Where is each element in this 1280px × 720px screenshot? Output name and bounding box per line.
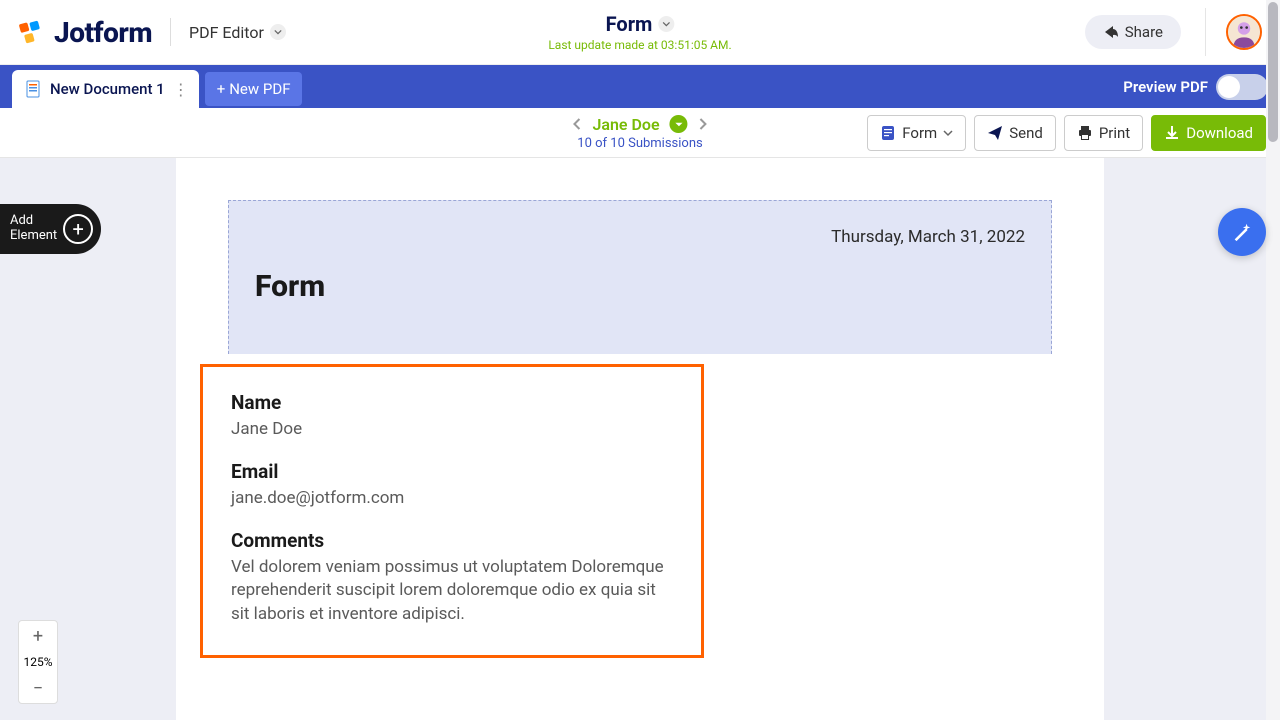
zoom-value: 125%: [23, 651, 52, 673]
form-button-label: Form: [902, 124, 937, 142]
chevron-down-icon: [270, 24, 286, 40]
plus-icon: +: [63, 214, 93, 244]
logo[interactable]: Jotform: [18, 16, 152, 49]
editor-selector[interactable]: PDF Editor: [189, 23, 286, 42]
new-pdf-label: New PDF: [229, 80, 290, 98]
zoom-control: + 125% −: [18, 620, 58, 704]
pdf-page[interactable]: Thursday, March 31, 2022 Form Name Jane …: [176, 158, 1104, 720]
form-title[interactable]: Form: [606, 12, 653, 36]
submitter-dropdown-icon[interactable]: [670, 115, 688, 133]
field-label: Comments: [231, 529, 673, 552]
header-center: Form Last update made at 03:51:05 AM.: [548, 12, 731, 52]
field-label: Name: [231, 391, 673, 414]
form-icon: [880, 125, 896, 141]
jotform-logo-icon: [18, 18, 46, 46]
send-button[interactable]: Send: [974, 115, 1056, 151]
submitter-name[interactable]: Jane Doe: [592, 115, 659, 134]
magic-wand-button[interactable]: [1218, 208, 1266, 256]
page-date: Thursday, March 31, 2022: [255, 227, 1025, 247]
share-label: Share: [1125, 23, 1163, 41]
zoom-out-button[interactable]: −: [19, 673, 57, 703]
print-button[interactable]: Print: [1064, 115, 1143, 151]
scrollbar-thumb[interactable]: [1268, 2, 1278, 142]
toolbar: Jane Doe 10 of 10 Submissions Form Send …: [0, 108, 1280, 158]
share-icon: [1103, 24, 1119, 40]
preview-label: Preview PDF: [1123, 78, 1208, 96]
last-update: Last update made at 03:51:05 AM.: [548, 38, 731, 52]
field-comments: Comments Vel dolorem veniam possimus ut …: [231, 529, 673, 627]
field-value: jane.doe@jotform.com: [231, 487, 673, 511]
app-header: Jotform PDF Editor Form Last update made…: [0, 0, 1280, 65]
document-icon: [24, 80, 42, 98]
add-element-label: Add Element: [10, 214, 57, 244]
field-email: Email jane.doe@jotform.com: [231, 460, 673, 511]
logo-text: Jotform: [54, 16, 152, 49]
new-pdf-button[interactable]: + New PDF: [205, 72, 303, 106]
field-value: Jane Doe: [231, 418, 673, 442]
tab-bar: New Document 1 ⋮ + New PDF Preview PDF: [0, 65, 1280, 108]
fields-block-selected[interactable]: Name Jane Doe Email jane.doe@jotform.com…: [200, 364, 704, 658]
tab-more-icon[interactable]: ⋮: [173, 80, 189, 99]
magic-wand-icon: [1231, 221, 1253, 243]
scrollbar-track: [1266, 0, 1280, 720]
canvas-area: Thursday, March 31, 2022 Form Name Jane …: [0, 158, 1280, 720]
document-tab-label: New Document 1: [50, 80, 165, 98]
next-submission-icon[interactable]: [698, 115, 708, 134]
form-button[interactable]: Form: [867, 115, 966, 151]
print-icon: [1077, 125, 1093, 141]
submission-nav: Jane Doe 10 of 10 Submissions: [572, 115, 707, 151]
send-button-label: Send: [1009, 124, 1043, 142]
chevron-down-icon[interactable]: [658, 16, 674, 32]
chevron-down-icon: [943, 128, 953, 138]
field-name: Name Jane Doe: [231, 391, 673, 442]
download-button[interactable]: Download: [1151, 115, 1266, 151]
page-title: Form: [255, 269, 1025, 304]
preview-toggle[interactable]: [1216, 74, 1268, 100]
share-button[interactable]: Share: [1085, 15, 1181, 49]
plus-icon: +: [217, 80, 226, 98]
zoom-in-button[interactable]: +: [19, 621, 57, 651]
document-tab[interactable]: New Document 1 ⋮: [12, 70, 199, 108]
download-icon: [1164, 125, 1180, 141]
page-header-block[interactable]: Thursday, March 31, 2022 Form: [228, 200, 1052, 354]
submission-count: 10 of 10 Submissions: [572, 136, 707, 151]
print-button-label: Print: [1099, 124, 1130, 142]
download-button-label: Download: [1186, 124, 1253, 142]
editor-label: PDF Editor: [189, 23, 264, 42]
field-value: Vel dolorem veniam possimus ut voluptate…: [231, 556, 673, 627]
divider: [170, 18, 171, 46]
prev-submission-icon[interactable]: [572, 115, 582, 134]
divider: [1205, 8, 1206, 56]
user-avatar[interactable]: [1226, 14, 1262, 50]
field-label: Email: [231, 460, 673, 483]
add-element-button[interactable]: Add Element +: [0, 204, 101, 254]
send-icon: [987, 125, 1003, 141]
